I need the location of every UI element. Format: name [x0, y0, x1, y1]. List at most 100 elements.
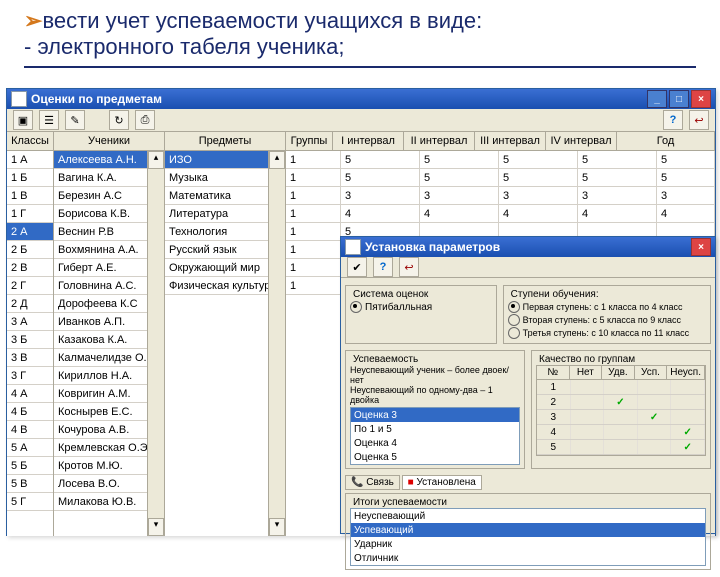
class-row[interactable]: 5 А [7, 439, 53, 457]
grade-cell[interactable]: 5 [578, 151, 657, 168]
grade-cell[interactable]: 5 [657, 169, 715, 186]
grade-cell[interactable]: 5 [657, 151, 715, 168]
qual-cell[interactable] [638, 395, 672, 409]
student-row[interactable]: Кириллов Н.А. [54, 367, 147, 385]
dialog-close-button[interactable]: × [691, 238, 711, 256]
column-header-year[interactable]: Год [617, 132, 715, 150]
qual-cell[interactable]: 1 [537, 380, 571, 394]
class-row[interactable]: 3 А [7, 313, 53, 331]
qual-cell[interactable] [571, 410, 605, 424]
grade-cell[interactable]: 4 [341, 205, 420, 222]
subject-row[interactable]: Окружающий мир [165, 259, 268, 277]
progress-list-item[interactable]: По 1 и 5 [351, 422, 519, 436]
grade-cell[interactable]: 4 [420, 205, 499, 222]
toolbar-exit[interactable]: ↩ [689, 110, 709, 130]
grade-cell[interactable]: 3 [499, 187, 578, 204]
student-row[interactable]: Вохмянина А.А. [54, 241, 147, 259]
student-row[interactable]: Милакова Ю.В. [54, 493, 147, 511]
close-button[interactable]: × [691, 90, 711, 108]
class-row[interactable]: 5 Б [7, 457, 53, 475]
student-row[interactable]: Ковригин А.М. [54, 385, 147, 403]
qual-cell[interactable]: ✓ [671, 425, 705, 439]
scroll-up-icon[interactable]: ▴ [148, 151, 164, 169]
subject-row[interactable]: Музыка [165, 169, 268, 187]
grade-cell[interactable]: 5 [420, 169, 499, 186]
subject-row[interactable]: ИЗО [165, 151, 268, 169]
grade-cell[interactable]: 1 [286, 187, 341, 204]
grade-cell[interactable]: 1 [286, 223, 341, 240]
class-row[interactable]: 1 А [7, 151, 53, 169]
class-row[interactable]: 3 Г [7, 367, 53, 385]
column-header-q3[interactable]: III интервал [475, 132, 546, 150]
column-header-groups[interactable]: Группы [286, 132, 333, 150]
subject-row[interactable]: Русский язык [165, 241, 268, 259]
student-row[interactable]: Дорофеева К.С [54, 295, 147, 313]
grade-row[interactable]: 144444 [286, 205, 715, 223]
student-row[interactable]: Лосева В.О. [54, 475, 147, 493]
result-list-item[interactable]: Ударник [351, 537, 705, 551]
toolbar-refresh[interactable]: ↻ [109, 110, 129, 130]
progress-list-item[interactable]: Оценка 4 [351, 436, 519, 450]
qual-row[interactable]: 1 [537, 380, 705, 395]
student-row[interactable]: Березин А.С [54, 187, 147, 205]
column-header-classes[interactable]: Классы [7, 132, 53, 151]
class-row[interactable]: 2 Г [7, 277, 53, 295]
qual-cell[interactable]: 3 [537, 410, 571, 424]
student-row[interactable]: Кочурова А.В. [54, 421, 147, 439]
grade-cell[interactable]: 4 [499, 205, 578, 222]
class-row[interactable]: 4 В [7, 421, 53, 439]
qual-row[interactable]: 5✓ [537, 440, 705, 455]
grade-cell[interactable]: 1 [286, 151, 341, 168]
student-row[interactable]: Головнина А.С. [54, 277, 147, 295]
qual-cell[interactable] [604, 410, 638, 424]
class-row[interactable]: 2 Б [7, 241, 53, 259]
study-option[interactable]: Первая ступень: с 1 класса по 4 класс [508, 301, 706, 313]
minimize-button[interactable]: _ [647, 90, 667, 108]
qual-row[interactable]: 2✓ [537, 395, 705, 410]
grade-row[interactable]: 155555 [286, 169, 715, 187]
subject-row[interactable]: Математика [165, 187, 268, 205]
subjects-scrollbar[interactable]: ▴ ▾ [268, 151, 285, 536]
quality-table[interactable]: №НетУдв.Усп.Неусп.12✓3✓4✓5✓ [536, 365, 706, 456]
progress-list-item[interactable]: Оценка 5 [351, 450, 519, 464]
student-row[interactable]: Вагина К.А. [54, 169, 147, 187]
tab-set[interactable]: ■ Установлена [402, 475, 482, 490]
class-row[interactable]: 1 Б [7, 169, 53, 187]
progress-list-item[interactable]: Оценка 3 [351, 408, 519, 422]
qual-cell[interactable] [604, 425, 638, 439]
display-option[interactable]: Пятибалльная [350, 301, 492, 313]
class-row[interactable]: 2 А [7, 223, 53, 241]
grade-cell[interactable]: 5 [341, 169, 420, 186]
grade-cell[interactable]: 1 [286, 205, 341, 222]
results-listbox[interactable]: НеуспевающийУспевающийУдарникОтличник [350, 508, 706, 566]
grade-cell[interactable]: 4 [657, 205, 715, 222]
column-header-students[interactable]: Ученики [54, 132, 164, 151]
scroll-up-icon[interactable]: ▴ [269, 151, 285, 169]
grade-cell[interactable]: 5 [341, 151, 420, 168]
subject-row[interactable]: Физическая культура [165, 277, 268, 295]
toolbar-help[interactable]: ? [663, 110, 683, 130]
qual-cell[interactable]: ✓ [604, 395, 638, 409]
grade-row[interactable]: 155555 [286, 151, 715, 169]
class-row[interactable]: 3 Б [7, 331, 53, 349]
student-row[interactable]: Кремлевская О.Э. [54, 439, 147, 457]
class-row[interactable]: 2 В [7, 259, 53, 277]
qual-cell[interactable] [571, 440, 605, 454]
column-header-subjects[interactable]: Предметы [165, 132, 285, 151]
qual-row[interactable]: 4✓ [537, 425, 705, 440]
column-header-q1[interactable]: I интервал [333, 132, 404, 150]
student-row[interactable]: Алексеева А.Н. [54, 151, 147, 169]
grade-cell[interactable]: 5 [420, 151, 499, 168]
settings-dialog-titlebar[interactable]: Установка параметров × [341, 237, 715, 257]
toolbar-btn-2[interactable]: ☰ [39, 110, 59, 130]
student-row[interactable]: Калмачелидзе О.К. [54, 349, 147, 367]
toolbar-print[interactable]: ⎙ [135, 110, 155, 130]
result-list-item[interactable]: Успевающий [351, 523, 705, 537]
column-header-q2[interactable]: II интервал [404, 132, 475, 150]
grades-window-titlebar[interactable]: Оценки по предметам _ □ × [7, 89, 715, 109]
grade-cell[interactable]: 1 [286, 277, 341, 294]
grade-cell[interactable]: 1 [286, 169, 341, 186]
grade-cell[interactable]: 3 [578, 187, 657, 204]
class-row[interactable]: 1 В [7, 187, 53, 205]
toolbar-btn-1[interactable]: ▣ [13, 110, 33, 130]
